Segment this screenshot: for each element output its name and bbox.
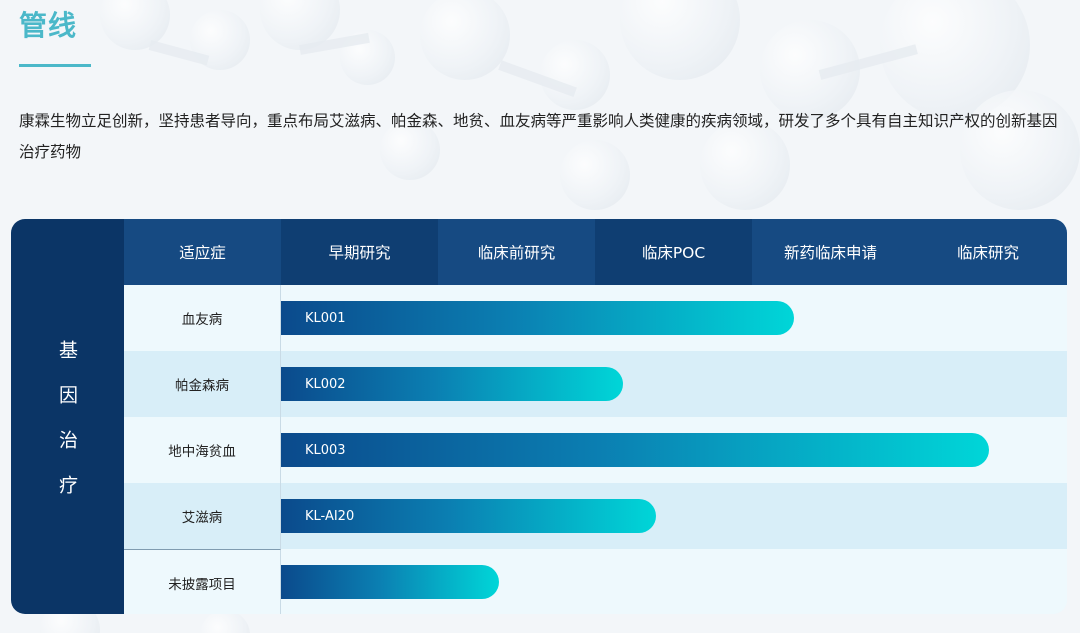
header-ind-application: 新药临床申请 bbox=[752, 219, 909, 285]
row-indication: 血友病 bbox=[124, 285, 281, 351]
progress-track: KL001 bbox=[281, 285, 1067, 351]
category-label: 基因治疗 bbox=[56, 339, 78, 520]
progress-track: KL-AI20 bbox=[281, 483, 1067, 549]
progress-track: KL003 bbox=[281, 417, 1067, 483]
progress-track bbox=[281, 549, 1067, 614]
program-label: KL001 bbox=[305, 310, 346, 326]
progress-bar[interactable]: KL001 bbox=[281, 301, 794, 335]
pipeline-row: 血友病 KL001 bbox=[124, 285, 1067, 351]
progress-track: KL002 bbox=[281, 351, 1067, 417]
page-title: 管线 bbox=[19, 9, 78, 42]
pipeline-table: 基因治疗 适应症 早期研究 临床前研究 临床POC 新药临床申请 临床研究 血友… bbox=[11, 219, 1067, 614]
row-indication: 艾滋病 bbox=[124, 483, 281, 549]
pipeline-row: 艾滋病 KL-AI20 bbox=[124, 483, 1067, 549]
title-underline bbox=[19, 64, 91, 67]
pipeline-rows: 血友病 KL001 帕金森病 KL002 地中海贫血 KL003 艾滋病 KL-… bbox=[124, 285, 1067, 614]
header-early-research: 早期研究 bbox=[281, 219, 438, 285]
pipeline-row: 帕金森病 KL002 bbox=[124, 351, 1067, 417]
pipeline-row: 未披露项目 bbox=[124, 549, 1067, 614]
program-label: KL002 bbox=[305, 376, 346, 392]
progress-bar[interactable]: KL003 bbox=[281, 433, 989, 467]
header-indication: 适应症 bbox=[124, 219, 281, 285]
progress-bar[interactable]: KL-AI20 bbox=[281, 499, 656, 533]
row-indication: 地中海贫血 bbox=[124, 417, 281, 483]
progress-bar[interactable]: KL002 bbox=[281, 367, 623, 401]
header-preclinical: 临床前研究 bbox=[438, 219, 595, 285]
intro-paragraph: 康霖生物立足创新，坚持患者导向，重点布局艾滋病、帕金森、地贫、血友病等严重影响人… bbox=[19, 112, 1058, 161]
header-clinical-poc: 临床POC bbox=[595, 219, 752, 285]
pipeline-header-row: 适应症 早期研究 临床前研究 临床POC 新药临床申请 临床研究 bbox=[124, 219, 1067, 285]
progress-bar[interactable] bbox=[281, 565, 499, 599]
program-label: KL-AI20 bbox=[305, 508, 355, 524]
header-clinical-research: 临床研究 bbox=[909, 219, 1067, 285]
row-indication: 帕金森病 bbox=[124, 351, 281, 417]
category-column: 基因治疗 bbox=[11, 219, 124, 614]
pipeline-row: 地中海贫血 KL003 bbox=[124, 417, 1067, 483]
program-label: KL003 bbox=[305, 442, 346, 458]
row-indication: 未披露项目 bbox=[124, 549, 281, 614]
